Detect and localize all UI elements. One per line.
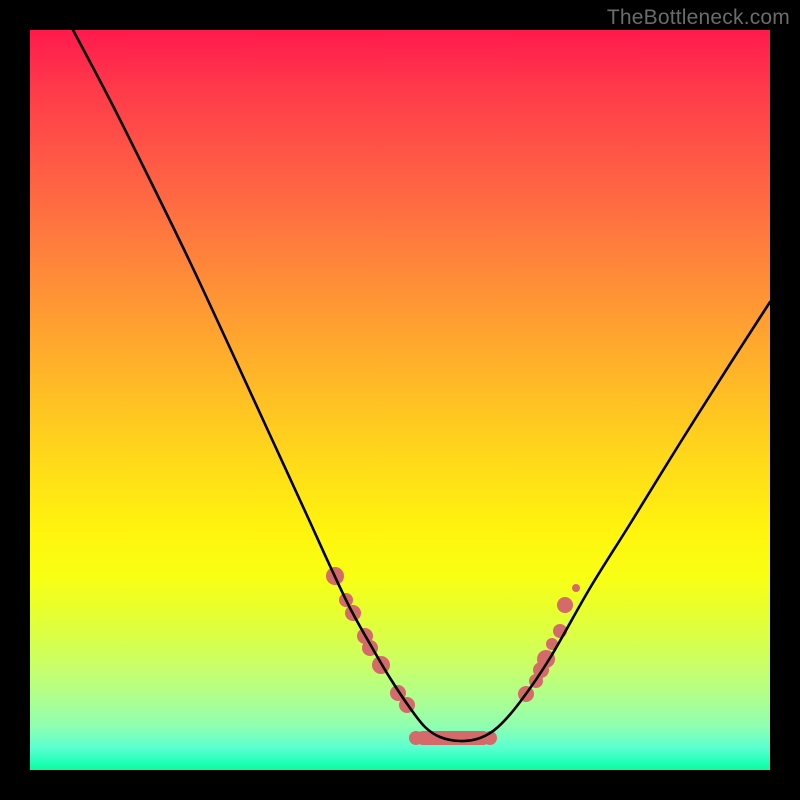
marker-dot — [572, 584, 580, 592]
watermark-text: TheBottleneck.com — [607, 6, 790, 30]
curve-svg — [30, 30, 770, 770]
marker-dot — [557, 597, 573, 613]
gradient-plot-area — [30, 30, 770, 770]
marker-band-cap — [409, 731, 423, 745]
bottleneck-curve — [73, 30, 770, 741]
